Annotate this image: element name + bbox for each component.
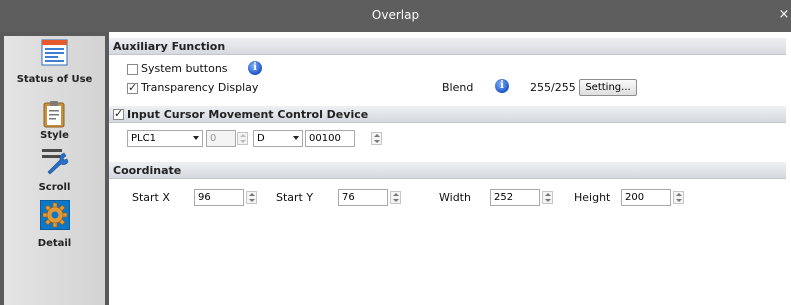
scroll-wrench-icon	[42, 149, 69, 175]
close-icon[interactable]: ×	[777, 7, 791, 23]
system-buttons-info-icon[interactable]: i	[248, 61, 262, 75]
start-y-field[interactable]: 76	[338, 189, 388, 206]
start-y-label: Start Y	[276, 191, 314, 204]
plc-select[interactable]: PLC1	[127, 130, 203, 147]
system-buttons-checkbox[interactable]	[127, 64, 138, 75]
main-content: Auxiliary Function System buttons i Tran…	[109, 32, 791, 305]
device-type-select[interactable]: D	[253, 130, 303, 147]
blend-label: Blend	[442, 81, 474, 94]
input-cursor-header: Input Cursor Movement Control Device	[109, 106, 786, 123]
input-cursor-header-text: Input Cursor Movement Control Device	[127, 108, 369, 121]
window-title: Overlap	[371, 8, 420, 22]
auxiliary-function-header: Auxiliary Function	[109, 38, 786, 55]
device-address-field[interactable]: 00100	[305, 130, 355, 147]
system-buttons-label[interactable]: System buttons	[141, 62, 228, 75]
nav-item-label: Style	[40, 130, 69, 141]
nav-item-label: Scroll	[38, 182, 71, 193]
device-address-value: 00100	[309, 133, 341, 144]
device-address-spinner[interactable]	[371, 132, 382, 145]
start-x-value: 96	[198, 192, 211, 203]
plc-select-value: PLC1	[131, 133, 156, 144]
nav-item-detail[interactable]: Detail	[4, 200, 105, 252]
coordinate-header: Coordinate	[109, 162, 786, 179]
nav-item-scroll[interactable]: Scroll	[4, 144, 105, 200]
width-value: 252	[494, 192, 514, 203]
station-number-spinner[interactable]	[237, 132, 248, 145]
category-nav: Status of Use Style Scroll Detail	[4, 36, 105, 305]
start-x-spinner[interactable]	[246, 191, 257, 204]
start-x-field[interactable]: 96	[194, 189, 244, 206]
blend-info-icon[interactable]: i	[495, 79, 509, 93]
height-value: 200	[625, 192, 645, 203]
nav-item-label: Status of Use	[16, 74, 93, 85]
start-y-spinner[interactable]	[390, 191, 401, 204]
width-label: Width	[439, 191, 471, 204]
transparency-display-checkbox[interactable]	[127, 81, 138, 94]
style-clipboard-icon	[43, 101, 65, 128]
height-label: Height	[574, 191, 611, 204]
setting-button[interactable]: Setting...	[579, 79, 637, 96]
title-bar: Overlap ×	[0, 0, 791, 32]
width-spinner[interactable]	[542, 191, 553, 204]
width-field[interactable]: 252	[490, 189, 540, 206]
start-x-label: Start X	[132, 191, 170, 204]
transparency-display-label[interactable]: Transparency Display	[141, 81, 258, 94]
chevron-down-icon	[293, 136, 299, 140]
station-number-value: 0	[210, 133, 217, 144]
left-panel: Status of Use Style Scroll Detail	[0, 32, 109, 305]
device-type-value: D	[257, 133, 265, 144]
status-of-use-icon	[41, 39, 68, 66]
nav-item-style[interactable]: Style	[4, 96, 105, 146]
nav-item-status-of-use[interactable]: Status of Use	[4, 36, 105, 94]
blend-value: 255/255	[530, 81, 576, 94]
detail-gear-icon	[42, 202, 68, 228]
station-number-field[interactable]: 0	[206, 130, 236, 147]
start-y-value: 76	[342, 192, 355, 203]
height-field[interactable]: 200	[621, 189, 671, 206]
input-cursor-checkbox[interactable]	[113, 107, 124, 120]
chevron-down-icon	[193, 136, 199, 140]
nav-item-label: Detail	[37, 238, 72, 249]
height-spinner[interactable]	[673, 191, 684, 204]
